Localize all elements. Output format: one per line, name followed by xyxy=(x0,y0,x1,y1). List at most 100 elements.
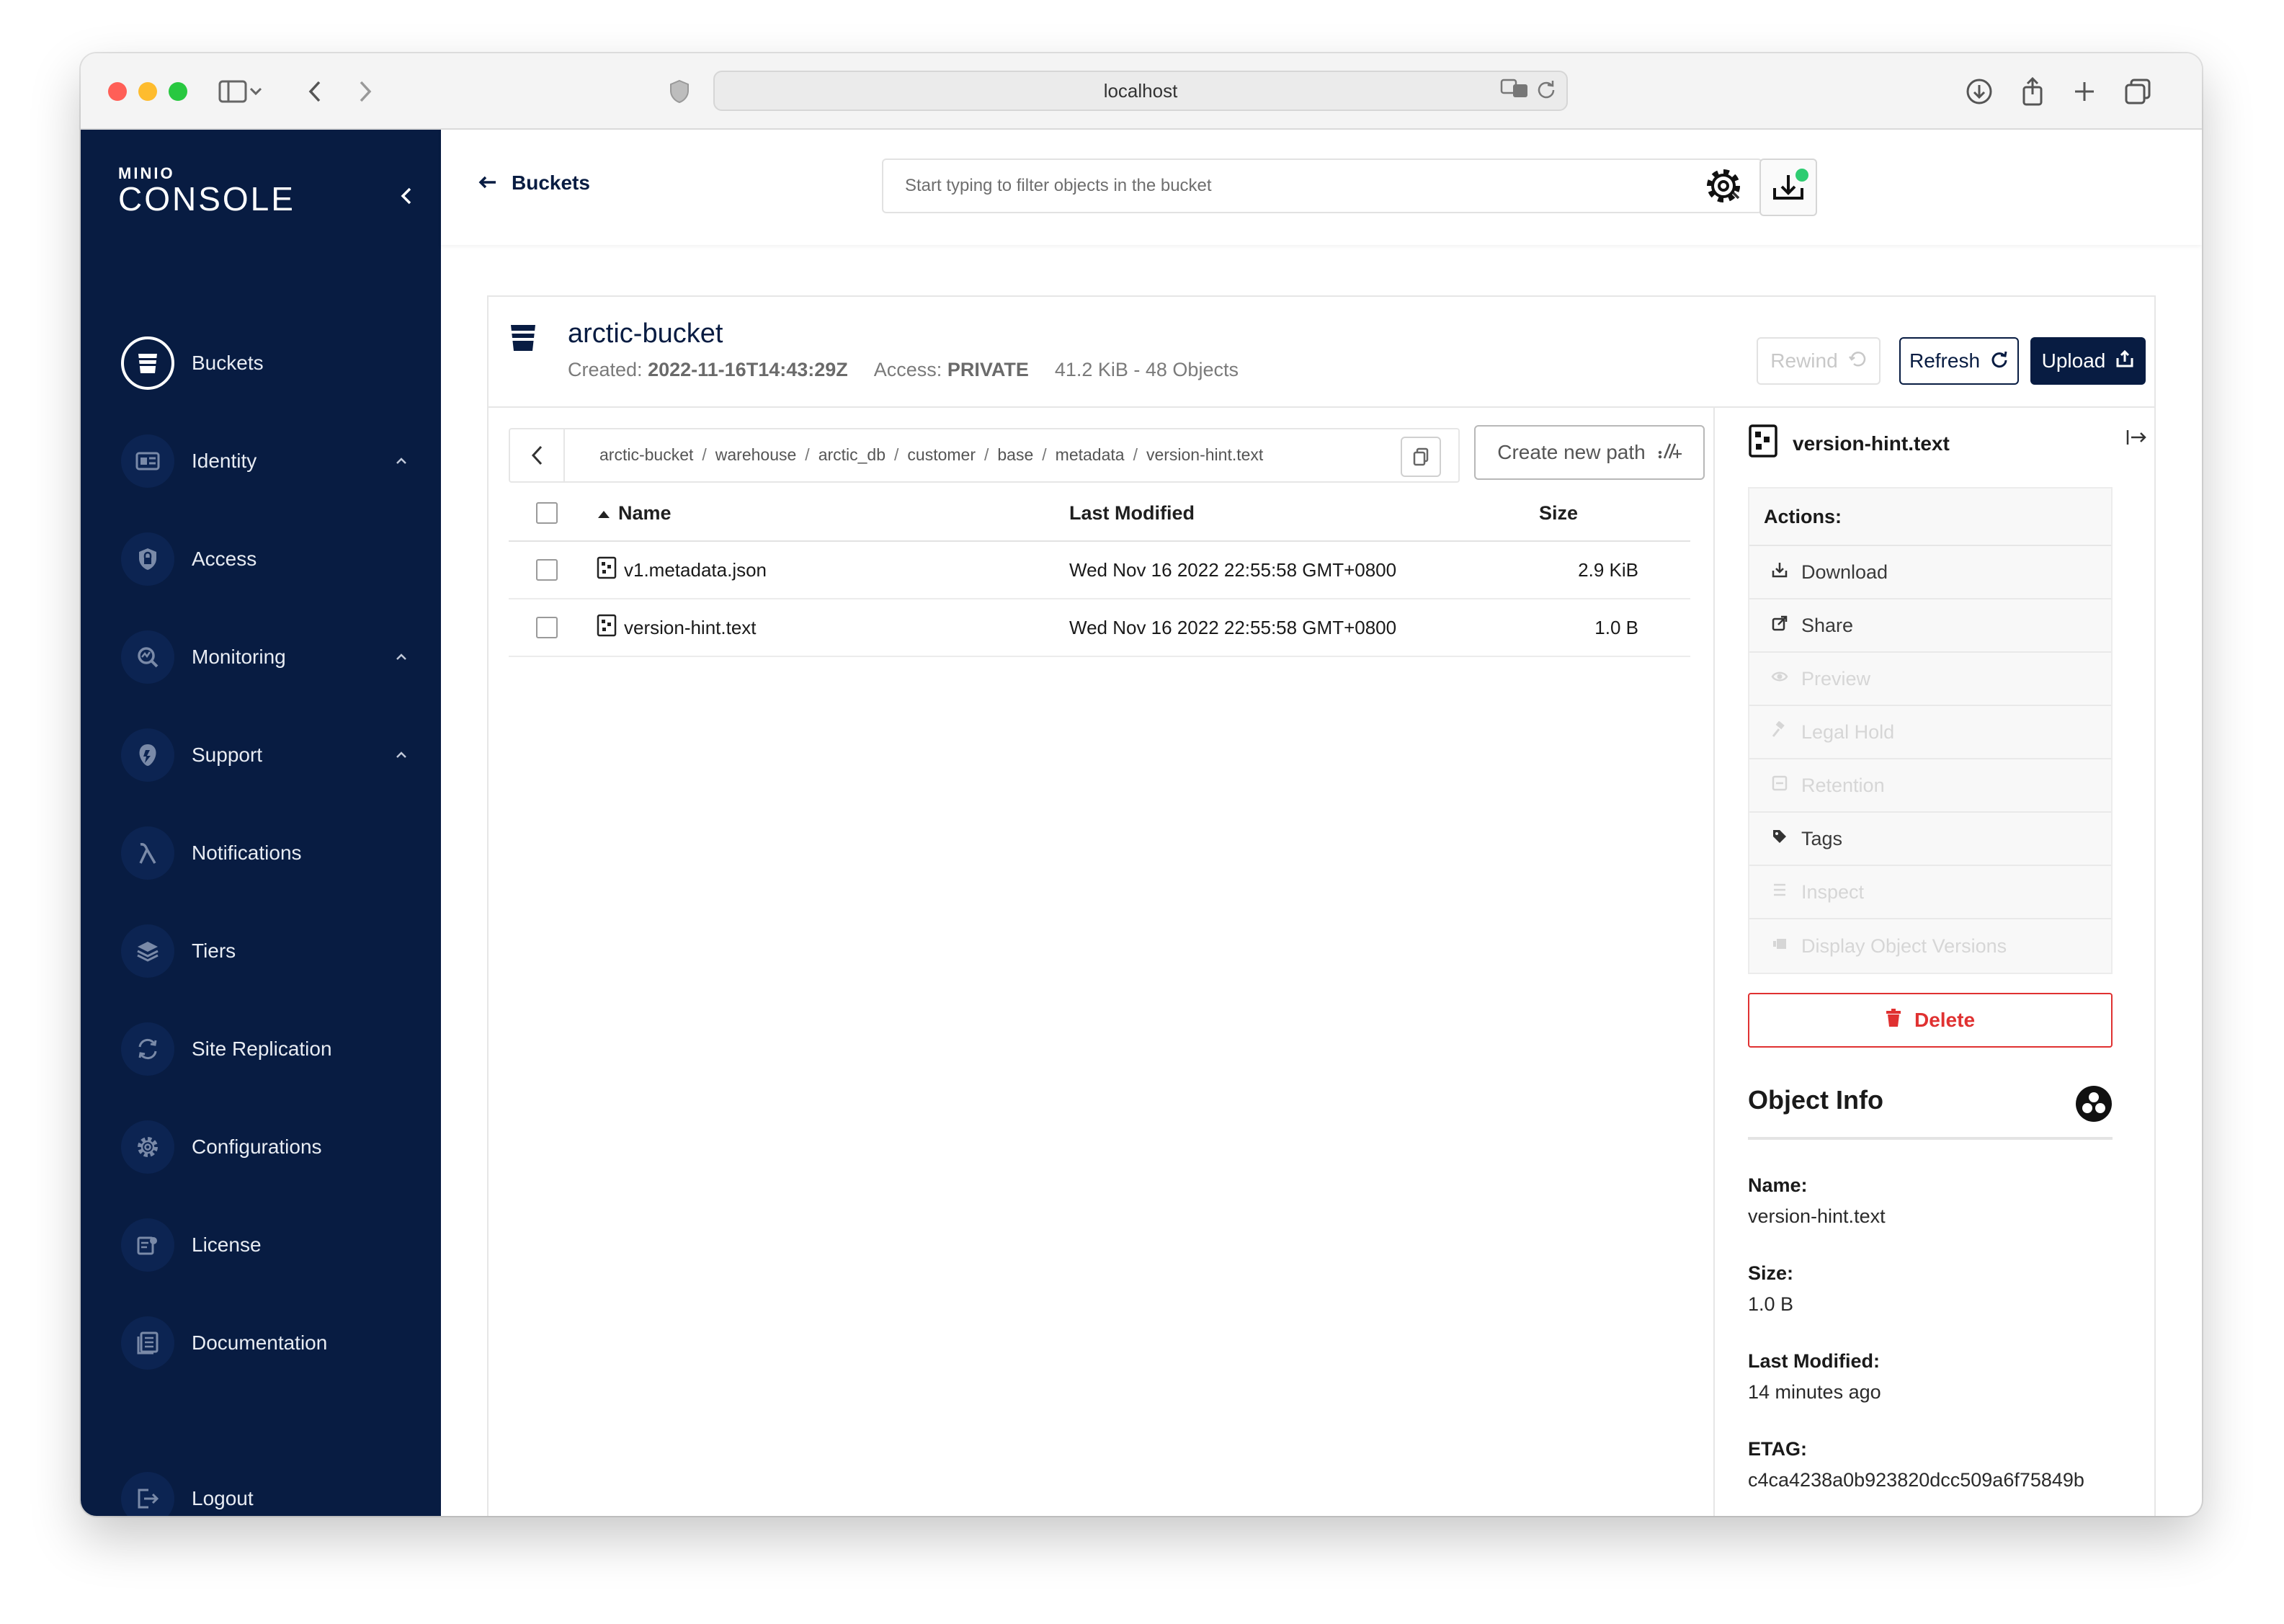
info-label: Last Modified: xyxy=(1748,1350,1880,1372)
download-icon xyxy=(1771,561,1788,584)
downloads-icon[interactable] xyxy=(1961,73,1997,110)
create-new-path-button[interactable]: Create new path xyxy=(1474,425,1705,480)
chevron-up-icon[interactable] xyxy=(391,646,412,668)
sidebar-item-label: Buckets xyxy=(192,352,264,374)
sidebar-item-label: Tiers xyxy=(192,940,236,962)
table-row[interactable]: version-hint.text Wed Nov 16 2022 22:55:… xyxy=(509,599,1690,657)
table-row[interactable]: v1.metadata.json Wed Nov 16 2022 22:55:5… xyxy=(509,542,1690,599)
sidebar-item-license[interactable]: License xyxy=(121,1218,424,1272)
minio-console-logo[interactable]: MINIO CONSOLE xyxy=(118,166,295,218)
sidebar-item-documentation[interactable]: Documentation xyxy=(121,1316,424,1370)
id-card-icon xyxy=(121,434,174,488)
breadcrumb-segment[interactable]: metadata xyxy=(1056,445,1125,465)
browser-window: localhost MINIO CONSOLE Buckets Identity… xyxy=(81,53,2202,1516)
display-object-versions-action[interactable]: Display Object Versions xyxy=(1749,919,2111,973)
info-value: c4ca4238a0b923820dcc509a6f75849b xyxy=(1748,1469,2084,1491)
refresh-icon xyxy=(1990,349,2009,373)
bucket-icon xyxy=(509,323,537,357)
chevron-up-icon[interactable] xyxy=(391,744,412,766)
copy-path-button[interactable] xyxy=(1401,437,1441,477)
sidebar-item-identity[interactable]: Identity xyxy=(121,434,424,488)
sidebar-item-buckets[interactable]: Buckets xyxy=(121,336,424,391)
collapse-sidebar-button[interactable] xyxy=(393,183,419,209)
maximize-window-button[interactable] xyxy=(169,82,187,101)
versions-icon xyxy=(1771,935,1788,958)
bucket-stats: 41.2 KiB - 48 Objects xyxy=(1054,359,1239,380)
row-checkbox[interactable] xyxy=(536,599,558,656)
back-icon[interactable] xyxy=(297,73,333,110)
table-header: Name Last Modified Size xyxy=(509,486,1690,542)
sidebar-item-site-replication[interactable]: Site Replication xyxy=(121,1022,424,1076)
close-panel-icon[interactable] xyxy=(2125,428,2147,450)
breadcrumb-segment[interactable]: version-hint.text xyxy=(1146,445,1263,465)
breadcrumb-segment[interactable]: arctic-bucket xyxy=(599,445,693,465)
action-label: Legal Hold xyxy=(1801,720,1895,743)
created-info: Created: 2022-11-16T14:43:29Z xyxy=(568,359,848,381)
arrow-left-icon xyxy=(478,171,497,195)
tags-action[interactable]: Tags xyxy=(1749,813,2111,866)
back-to-buckets-link[interactable]: Buckets xyxy=(478,171,590,195)
object-filter-input[interactable]: Start typing to filter objects in the bu… xyxy=(882,159,1762,213)
minimize-window-button[interactable] xyxy=(138,82,157,101)
sidebar-item-monitoring[interactable]: Monitoring xyxy=(121,630,424,684)
sidebar-item-support[interactable]: Support xyxy=(121,728,424,782)
share-action[interactable]: Share xyxy=(1749,599,2111,653)
row-name-cell[interactable]: version-hint.text xyxy=(597,599,757,656)
sidebar-item-configurations[interactable]: Configurations xyxy=(121,1120,424,1174)
retention-action[interactable]: Retention xyxy=(1749,759,2111,813)
column-header-name[interactable]: Name xyxy=(597,486,672,540)
logo-console-text: CONSOLE xyxy=(118,180,295,218)
rewind-button[interactable]: Rewind xyxy=(1757,337,1881,385)
breadcrumb-segment[interactable]: warehouse xyxy=(715,445,797,465)
breadcrumb-segment[interactable]: arctic_db xyxy=(818,445,886,465)
inspect-action[interactable]: Inspect xyxy=(1749,866,2111,919)
sidebar-item-tiers[interactable]: Tiers xyxy=(121,924,424,978)
preview-action[interactable]: Preview xyxy=(1749,653,2111,706)
sidebar-item-access[interactable]: Access xyxy=(121,532,424,586)
new-tab-icon[interactable] xyxy=(2066,73,2102,110)
select-all-checkbox[interactable] xyxy=(536,486,558,540)
settings-gear-icon[interactable] xyxy=(1700,163,1747,209)
upload-button[interactable]: Upload xyxy=(2030,337,2146,385)
close-window-button[interactable] xyxy=(108,82,127,101)
tab-overview-icon[interactable] xyxy=(2120,73,2156,110)
checkbox[interactable] xyxy=(536,559,558,581)
chevron-up-icon[interactable] xyxy=(391,450,412,472)
retention-icon xyxy=(1771,775,1788,797)
checkbox[interactable] xyxy=(536,617,558,638)
status-badge xyxy=(1795,169,1808,182)
delete-button[interactable]: Delete xyxy=(1748,993,2113,1048)
action-label: Tags xyxy=(1801,827,1843,849)
row-checkbox[interactable] xyxy=(536,542,558,598)
column-header-size[interactable]: Size xyxy=(1539,486,1674,540)
checkbox[interactable] xyxy=(536,502,558,524)
history-icon xyxy=(1848,349,1867,373)
action-label: Preview xyxy=(1801,667,1871,690)
reload-icon[interactable] xyxy=(1536,79,1556,104)
address-bar[interactable]: localhost xyxy=(713,71,1568,111)
breadcrumb-segment[interactable]: base xyxy=(997,445,1033,465)
row-name-cell[interactable]: v1.metadata.json xyxy=(597,542,767,598)
support-icon xyxy=(121,728,174,782)
object-table: Name Last Modified Size v1.metadata.json… xyxy=(509,486,1690,657)
metadata-circles-icon[interactable] xyxy=(2075,1085,2113,1129)
info-etag: ETAG: c4ca4238a0b923820dcc509a6f75849b xyxy=(1748,1438,2084,1491)
chevron-down-icon[interactable] xyxy=(245,73,267,110)
logout-button[interactable]: Logout xyxy=(121,1471,424,1516)
shield-icon[interactable] xyxy=(661,73,697,110)
legal-hold-action[interactable]: Legal Hold xyxy=(1749,706,2111,759)
share-page-icon[interactable] xyxy=(2015,73,2051,110)
inspect-icon xyxy=(1771,881,1788,904)
monitoring-icon xyxy=(121,630,174,684)
breadcrumb-segment[interactable]: customer xyxy=(907,445,976,465)
breadcrumb-separator: / xyxy=(984,445,989,464)
forward-icon[interactable] xyxy=(347,73,383,110)
download-action[interactable]: Download xyxy=(1749,546,2111,599)
breadcrumb-back-button[interactable] xyxy=(510,429,565,481)
column-header-last-modified[interactable]: Last Modified xyxy=(1069,486,1195,540)
breadcrumb-separator: / xyxy=(702,445,707,464)
translate-icon[interactable] xyxy=(1500,78,1529,104)
sidebar-item-notifications[interactable]: Notifications xyxy=(121,826,424,880)
downloads-tray-button[interactable] xyxy=(1759,159,1817,216)
refresh-button[interactable]: Refresh xyxy=(1899,337,2019,385)
